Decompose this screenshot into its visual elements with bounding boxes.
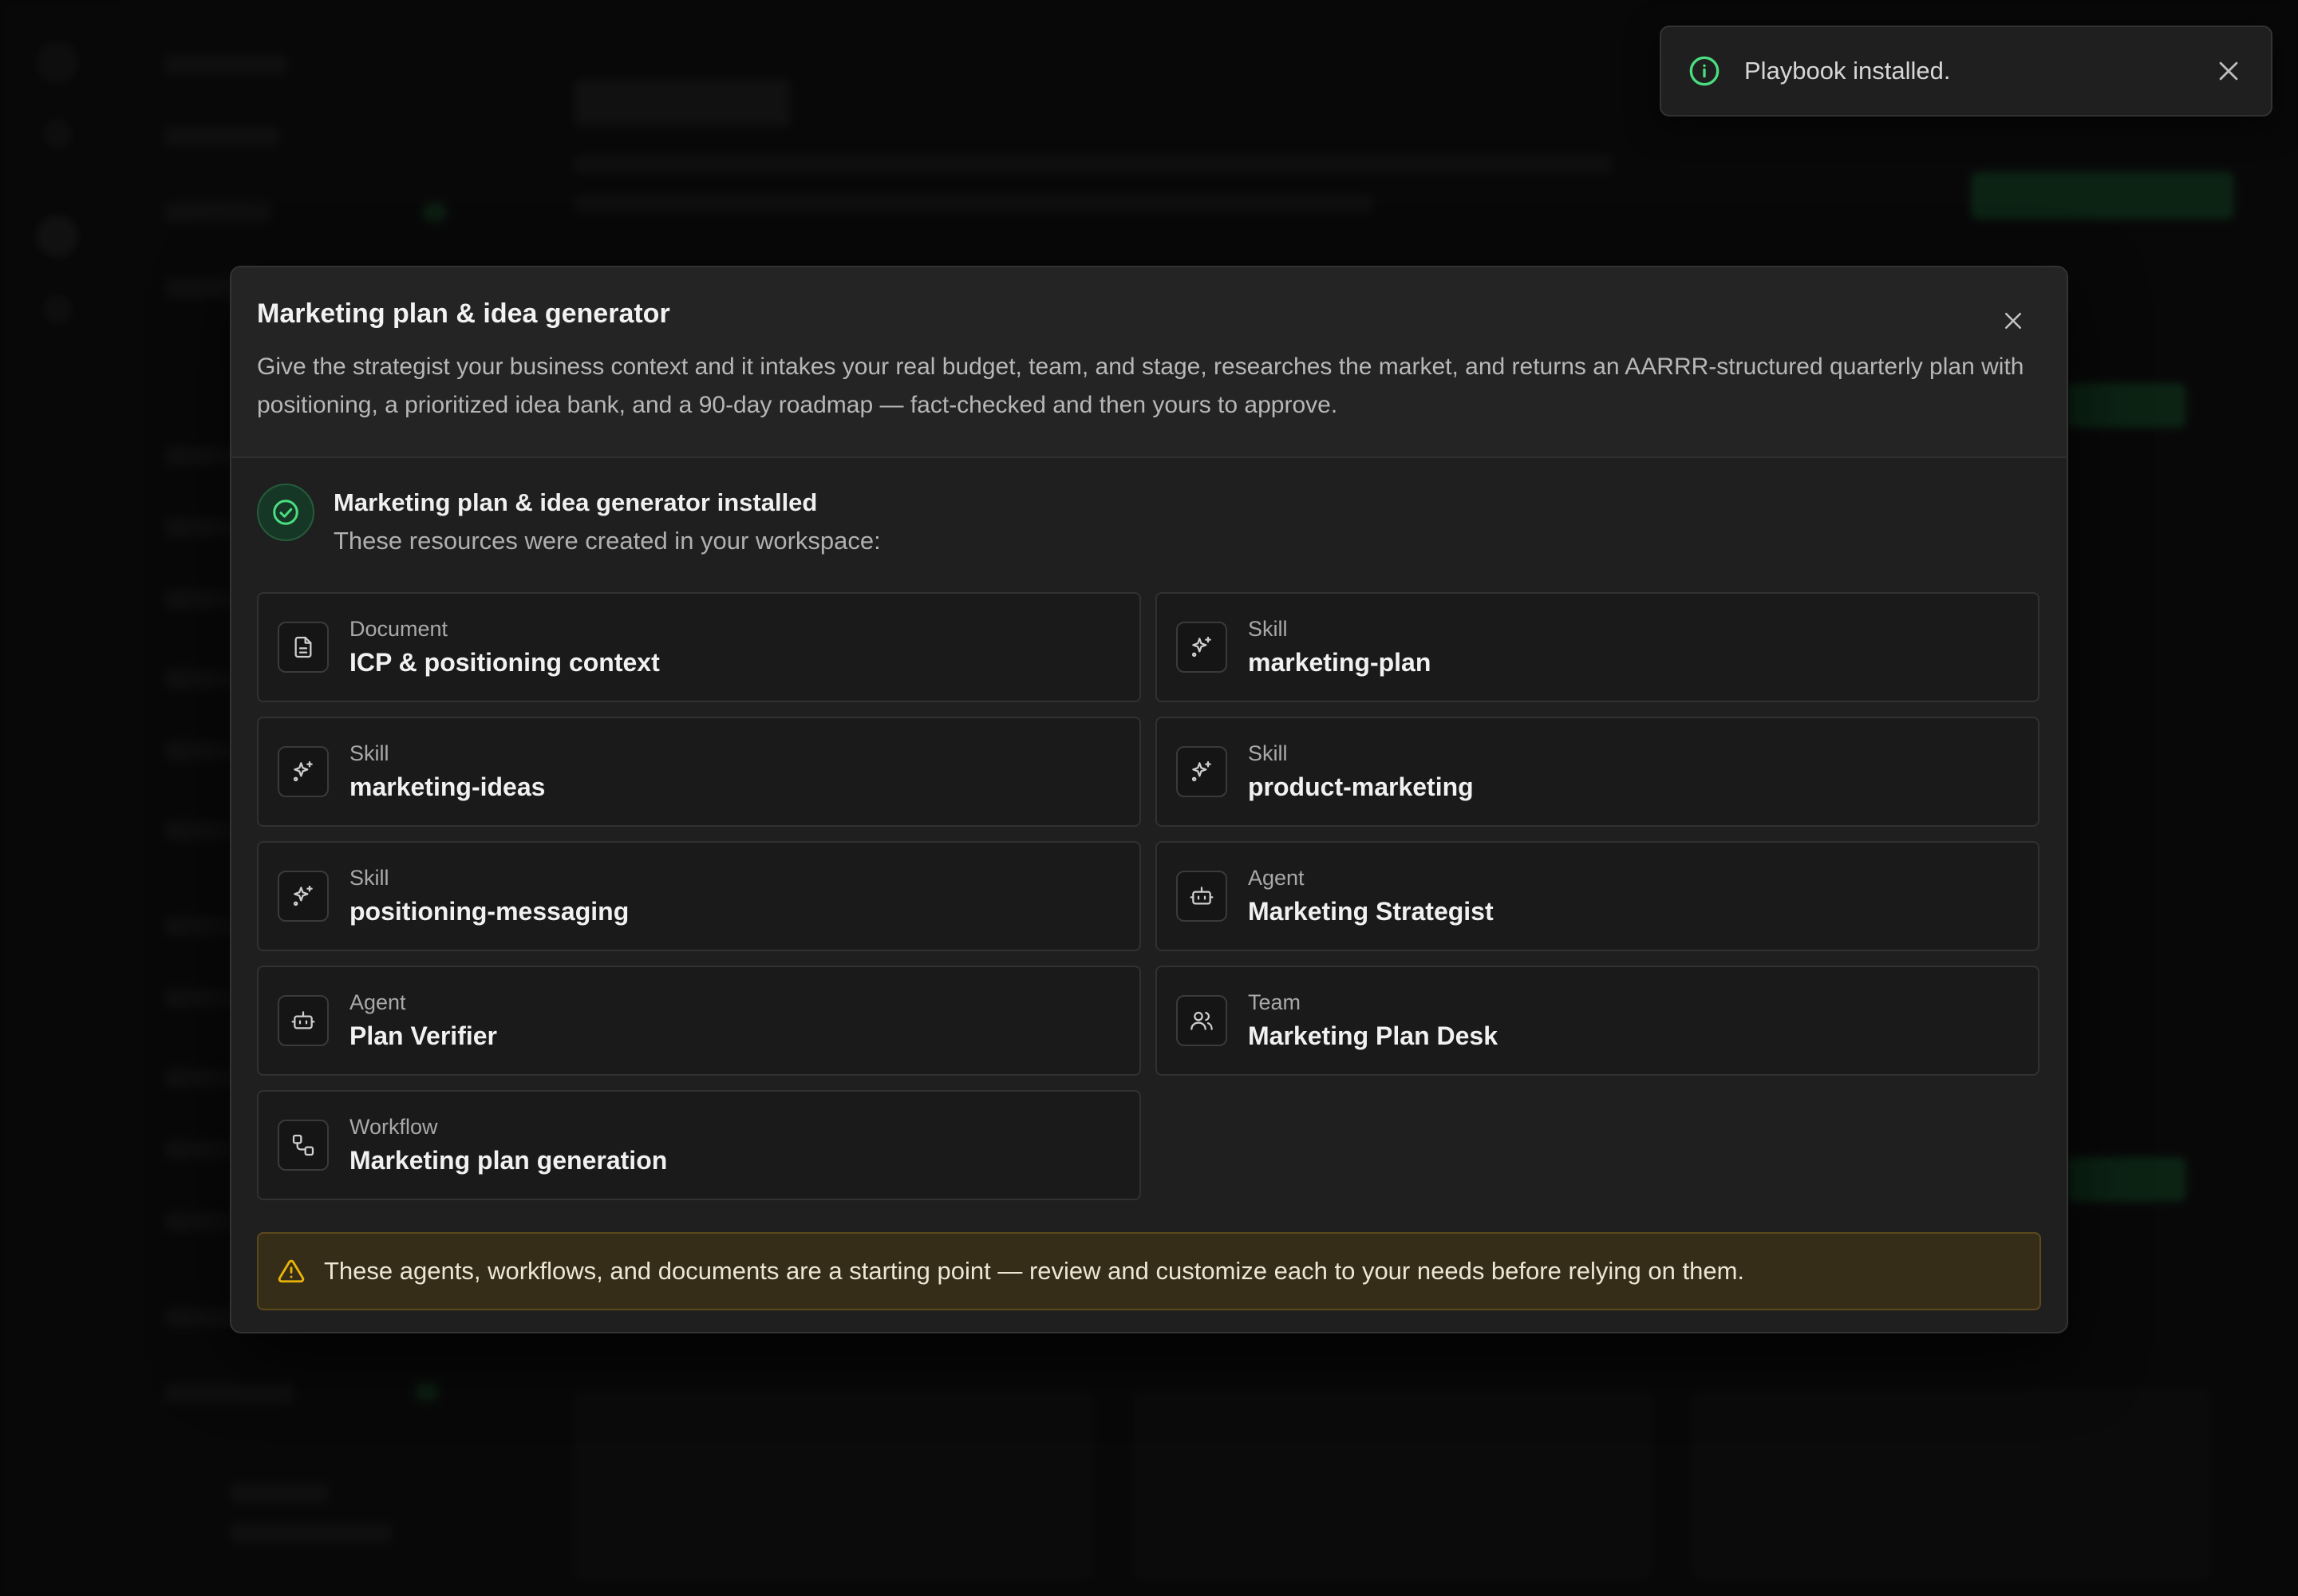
bot-icon <box>1190 886 1214 905</box>
resource-type: Skill <box>349 741 389 765</box>
resource-name: marketing-ideas <box>349 772 546 801</box>
info-icon <box>1689 56 1720 86</box>
modal-title: Marketing plan & idea generator <box>257 298 670 329</box>
success-title: Marketing plan & idea generator installe… <box>334 488 818 516</box>
resource-card[interactable]: Workflow Marketing plan generation <box>257 1089 1141 1200</box>
disclaimer-banner: These agents, workflows, and documents a… <box>257 1231 2041 1310</box>
resource-name: marketing-plan <box>1248 647 1431 677</box>
success-badge <box>257 483 314 541</box>
toast-notification: Playbook installed. <box>1660 26 2272 117</box>
modal-header: Marketing plan & idea generator Give the… <box>231 267 2067 458</box>
resource-name: ICP & positioning context <box>349 647 660 677</box>
playbook-installed-modal: Marketing plan & idea generator Give the… <box>230 266 2068 1333</box>
success-subtitle: These resources were created in your wor… <box>334 526 881 555</box>
resource-card[interactable]: Skill product-marketing <box>1155 716 2039 827</box>
resource-name: Marketing plan generation <box>349 1145 668 1175</box>
modal-body: Marketing plan & idea generator installe… <box>231 458 2067 1310</box>
resource-name: Marketing Strategist <box>1248 896 1494 926</box>
toast-message: Playbook installed. <box>1744 57 1951 85</box>
resource-card[interactable]: Document ICP & positioning context <box>257 591 1141 702</box>
resource-type: Agent <box>349 990 406 1014</box>
check-circle-icon <box>273 500 298 525</box>
resource-type: Skill <box>1248 741 1288 765</box>
resource-card[interactable]: Team Marketing Plan Desk <box>1155 965 2039 1076</box>
workflow-icon <box>292 1134 314 1156</box>
resource-card[interactable]: Agent Marketing Strategist <box>1155 840 2039 951</box>
resource-card[interactable]: Agent Plan Verifier <box>257 965 1141 1076</box>
resource-card[interactable]: Skill positioning-messaging <box>257 840 1141 951</box>
warning-icon <box>278 1259 305 1282</box>
sparkles-icon <box>1191 760 1211 781</box>
resource-name: Marketing Plan Desk <box>1248 1021 1498 1050</box>
resource-type: Agent <box>1248 865 1305 890</box>
resource-card[interactable]: Skill marketing-ideas <box>257 716 1141 827</box>
resource-type: Team <box>1248 990 1301 1014</box>
disclaimer-text: These agents, workflows, and documents a… <box>324 1256 1745 1285</box>
users-icon <box>1190 1011 1213 1030</box>
modal-close-icon[interactable] <box>2001 309 2025 333</box>
sparkles-icon <box>1191 636 1211 657</box>
bot-icon <box>291 1010 315 1029</box>
resource-type: Document <box>349 616 448 641</box>
install-success: Marketing plan & idea generator installe… <box>257 483 2041 555</box>
resource-type: Skill <box>1248 616 1288 641</box>
resource-card[interactable]: Skill marketing-plan <box>1155 591 2039 702</box>
resource-name: product-marketing <box>1248 772 1474 801</box>
resource-name: Plan Verifier <box>349 1021 497 1050</box>
resource-grid: Document ICP & positioning context Skill… <box>257 591 2041 1200</box>
resource-name: positioning-messaging <box>349 896 630 926</box>
sparkles-icon <box>293 885 313 906</box>
document-icon <box>294 636 312 658</box>
resource-type: Workflow <box>349 1114 438 1139</box>
toast-close-icon[interactable] <box>2215 57 2242 85</box>
sparkles-icon <box>293 760 313 781</box>
modal-description: Give the strategist your business contex… <box>257 353 2024 418</box>
resource-type: Skill <box>349 865 389 890</box>
